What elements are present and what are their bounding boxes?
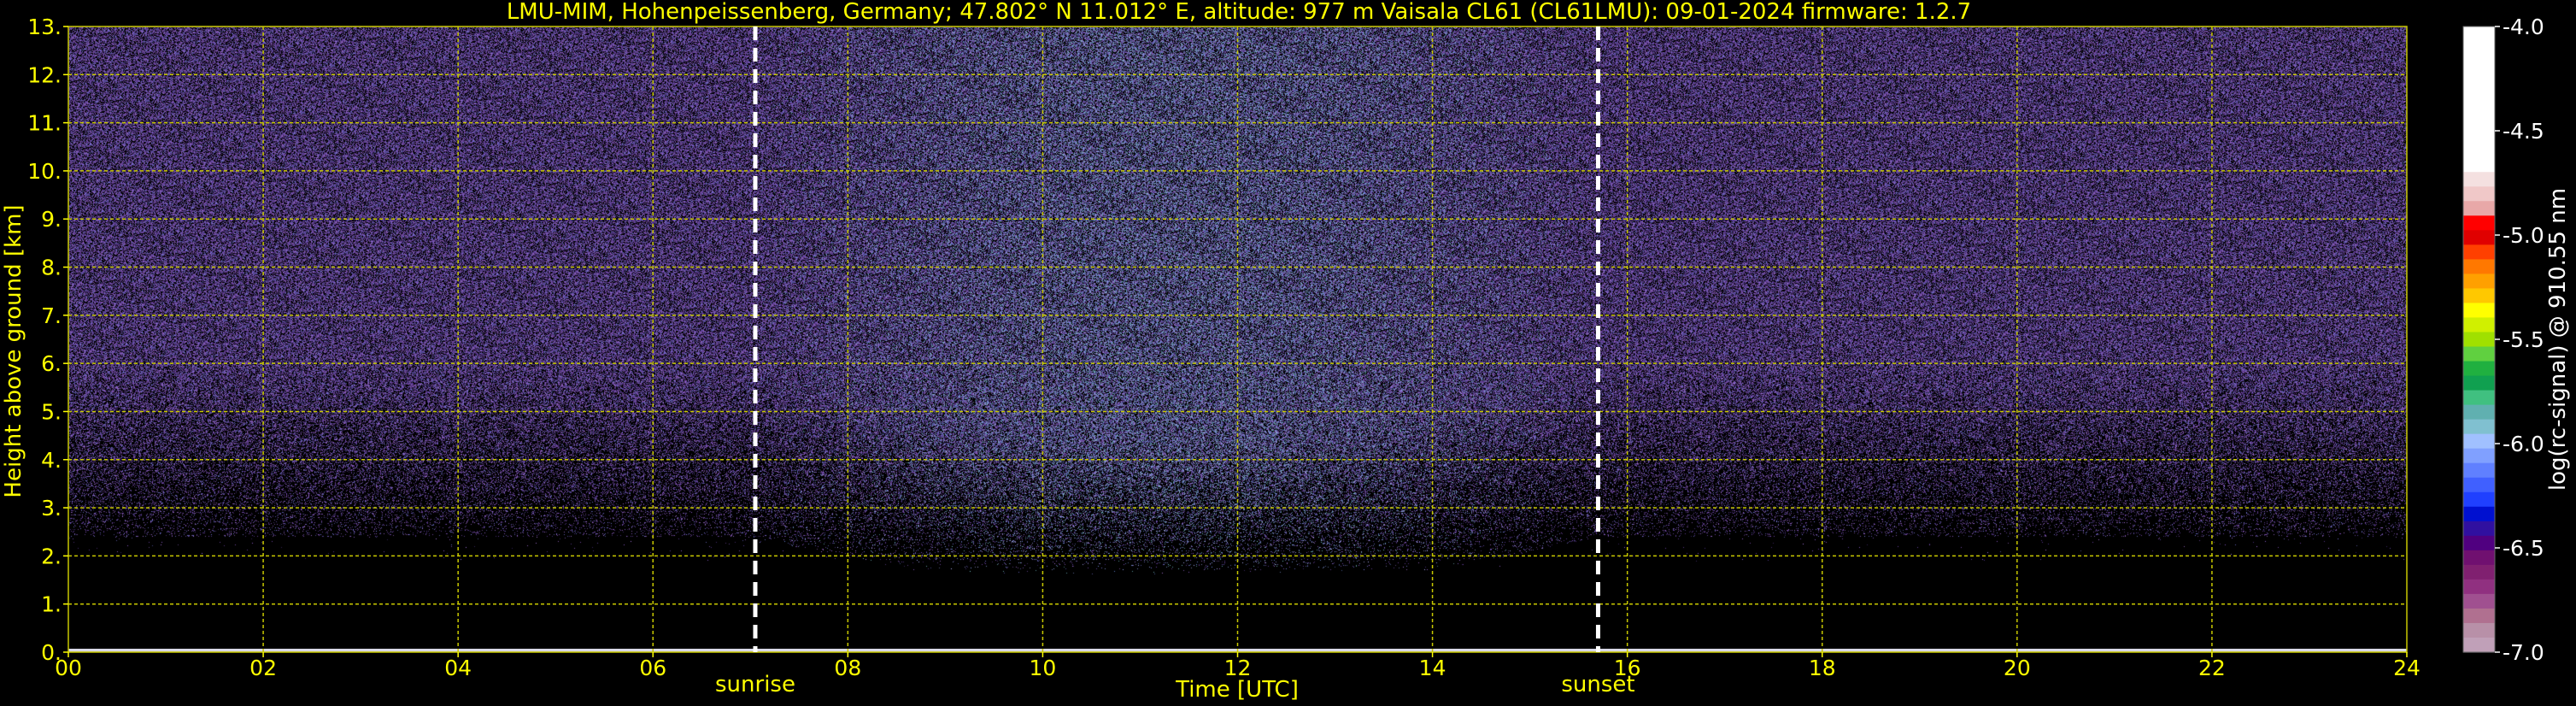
x-tick-label: 10 xyxy=(1030,656,1057,680)
colorbar-segment xyxy=(2463,70,2495,85)
colorbar-label: log(rc-signal) @ 910.55 nm xyxy=(2545,188,2571,491)
colorbar-segment xyxy=(2463,230,2495,245)
colorbar-segment xyxy=(2463,462,2495,479)
colorbar-segment xyxy=(2463,85,2495,100)
colorbar-segment xyxy=(2463,375,2495,391)
colorbar-segment xyxy=(2463,491,2495,508)
colorbar-segment xyxy=(2463,404,2495,421)
colorbar-segment xyxy=(2463,332,2495,348)
x-tick-label: 02 xyxy=(249,656,277,680)
x-axis-label: Time [UTC] xyxy=(1175,677,1299,703)
colorbar-segment xyxy=(2463,419,2495,435)
colorbar-segment xyxy=(2463,564,2495,580)
colorbar-tick-label: -6.0 xyxy=(2503,432,2544,456)
x-tick-label: 06 xyxy=(639,656,666,680)
colorbar-segment xyxy=(2463,56,2495,71)
colorbar-segment xyxy=(2463,172,2495,187)
colorbar-segment xyxy=(2463,303,2495,319)
x-tick-label: 14 xyxy=(1419,656,1446,680)
y-tick-label: 3. xyxy=(41,496,62,521)
colorbar-segment xyxy=(2463,608,2495,624)
colorbar-segment xyxy=(2463,637,2495,653)
y-tick-label: 1. xyxy=(41,592,62,617)
x-tick-label: 22 xyxy=(2198,656,2226,680)
y-tick-label: 8. xyxy=(41,256,62,280)
y-tick-label: 9. xyxy=(41,207,62,232)
colorbar-tick-label: -4.0 xyxy=(2503,15,2544,39)
colorbar-tick-label: -7.0 xyxy=(2503,640,2544,665)
colorbar-segment xyxy=(2463,288,2495,304)
colorbar-tick-label: -6.5 xyxy=(2503,536,2544,561)
colorbar-segment xyxy=(2463,143,2495,158)
colorbar-segment xyxy=(2463,114,2495,129)
colorbar-tick-label: -5.5 xyxy=(2503,327,2544,352)
colorbar-segment xyxy=(2463,317,2495,333)
sunset-label: sunset xyxy=(1561,672,1634,697)
colorbar-segment xyxy=(2463,244,2495,260)
colorbar-segment xyxy=(2463,579,2495,595)
x-tick-label: 24 xyxy=(2393,656,2421,680)
colorbar-segment xyxy=(2463,201,2495,216)
colorbar-segment xyxy=(2463,157,2495,173)
y-axis-label: Height above ground [km] xyxy=(1,204,26,497)
colorbar-segment xyxy=(2463,128,2495,144)
y-tick-label: 10. xyxy=(27,159,62,184)
x-tick-label: 08 xyxy=(834,656,861,680)
colorbar-segment xyxy=(2463,521,2495,537)
x-tick-label: 20 xyxy=(2004,656,2031,680)
colorbar-segment xyxy=(2463,448,2495,464)
colorbar-segment xyxy=(2463,593,2495,609)
y-tick-label: 0. xyxy=(41,640,62,665)
colorbar-segment xyxy=(2463,274,2495,290)
y-tick-label: 4. xyxy=(41,448,62,473)
colorbar-tick-label: -5.0 xyxy=(2503,223,2544,248)
sunrise-label: sunrise xyxy=(715,672,795,697)
y-tick-label: 5. xyxy=(41,399,62,424)
colorbar-segment xyxy=(2463,346,2495,362)
colorbar-segment xyxy=(2463,361,2495,377)
colorbar-segment xyxy=(2463,390,2495,406)
colorbar-segment xyxy=(2463,550,2495,566)
colorbar-segment xyxy=(2463,26,2495,42)
y-tick-label: 11. xyxy=(27,111,62,136)
colorbar-segment xyxy=(2463,506,2495,522)
y-tick-label: 6. xyxy=(41,351,62,376)
chart-title: LMU-MIM, Hohenpeissenberg, Germany; 47.8… xyxy=(507,0,1971,25)
colorbar-segment xyxy=(2463,186,2495,202)
y-tick-label: 12. xyxy=(27,62,62,87)
colorbar-segment xyxy=(2463,622,2495,638)
x-tick-label: 04 xyxy=(444,656,472,680)
backscatter-chart: LMU-MIM, Hohenpeissenberg, Germany; 47.8… xyxy=(0,0,2576,706)
x-tick-label: 18 xyxy=(1809,656,1836,680)
y-tick-label: 13. xyxy=(27,15,62,39)
colorbar-segment xyxy=(2463,99,2495,115)
colorbar-segment xyxy=(2463,477,2495,493)
colorbar-segment xyxy=(2463,41,2495,56)
colorbar-segment xyxy=(2463,259,2495,274)
y-tick-label: 7. xyxy=(41,303,62,328)
colorbar-segment xyxy=(2463,215,2495,231)
colorbar-segment xyxy=(2463,535,2495,551)
colorbar-tick-label: -4.5 xyxy=(2503,119,2544,144)
colorbar-segment xyxy=(2463,433,2495,450)
y-tick-label: 2. xyxy=(41,544,62,568)
